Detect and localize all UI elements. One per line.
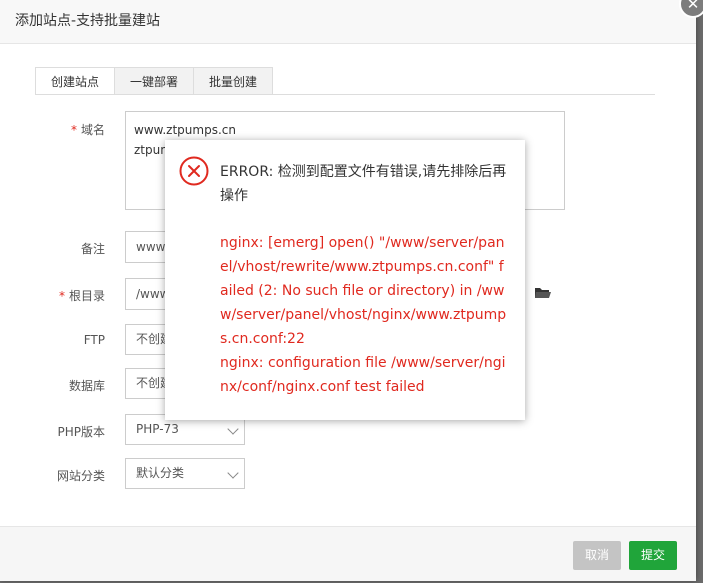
note-label: 备注 <box>80 242 105 256</box>
error-circle-icon <box>179 156 209 186</box>
php-version-label: PHP版本 <box>57 425 106 439</box>
required-mark: * <box>70 123 77 137</box>
cancel-button[interactable]: 取消 <box>573 541 621 570</box>
dialog-title: 添加站点-支持批量建站 <box>0 0 696 44</box>
site-category-label: 网站分类 <box>56 469 105 483</box>
root-dir-label: * 根目录 <box>35 287 105 304</box>
error-line: nginx: configuration file /www/server/ng… <box>220 355 506 395</box>
site-category-select[interactable]: 默认分类 <box>125 458 245 489</box>
chevron-down-icon <box>227 467 239 479</box>
domain-line: www.ztpumps.cn <box>134 123 236 137</box>
tab-one-click-deploy[interactable]: 一键部署 <box>114 67 194 95</box>
php-version-value: PHP-73 <box>136 422 179 436</box>
root-dir-label-text: 根目录 <box>68 289 105 303</box>
folder-icon[interactable] <box>535 287 551 299</box>
submit-button[interactable]: 提交 <box>629 541 677 570</box>
ftp-label: FTP <box>83 333 105 347</box>
error-popup: ERROR: 检测到配置文件有错误,请先排除后再操作 nginx: [emerg… <box>165 140 525 420</box>
tab-batch-create[interactable]: 批量创建 <box>193 67 273 95</box>
error-message: nginx: [emerg] open() "/www/server/panel… <box>220 231 510 399</box>
required-mark: * <box>58 289 65 303</box>
domain-label: * 域名 <box>35 121 105 138</box>
tab-create-site[interactable]: 创建站点 <box>35 67 115 95</box>
chevron-down-icon <box>227 423 239 435</box>
error-line: nginx: [emerg] open() "/www/server/panel… <box>220 235 507 347</box>
tab-divider <box>35 94 655 95</box>
domain-label-text: 域名 <box>80 123 105 137</box>
site-category-value: 默认分类 <box>136 466 185 480</box>
database-label: 数据库 <box>68 379 105 393</box>
error-title: ERROR: 检测到配置文件有错误,请先排除后再操作 <box>220 164 507 204</box>
